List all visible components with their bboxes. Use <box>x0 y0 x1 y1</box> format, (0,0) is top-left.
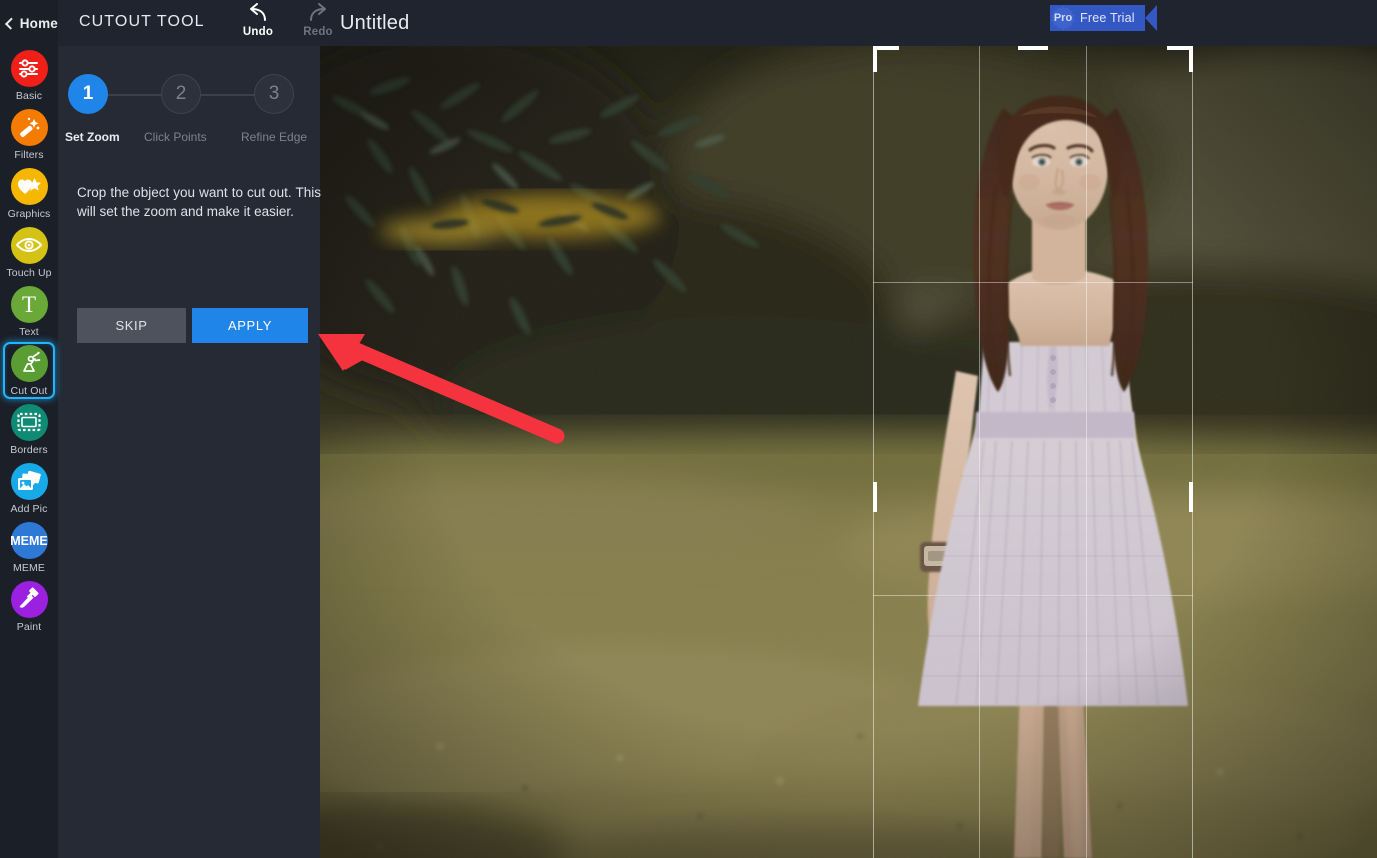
step-1-number: 1 <box>82 83 94 104</box>
photos-stack-icon <box>10 462 48 500</box>
rail-label-filters: Filters <box>14 148 44 161</box>
rail-item-graphics[interactable]: Graphics <box>0 164 58 223</box>
photo-canvas[interactable] <box>320 46 1377 858</box>
rail-item-borders[interactable]: Borders <box>0 400 58 459</box>
apply-button-label: APPLY <box>228 318 272 333</box>
rail-label-graphics: Graphics <box>7 207 51 220</box>
step-1-circle[interactable]: 1 <box>68 74 108 114</box>
scissors-cut-icon <box>10 344 48 382</box>
free-trial-label: Free Trial <box>1080 11 1135 25</box>
redo-button[interactable]: Redo <box>298 3 338 38</box>
eye-icon <box>10 226 48 264</box>
svg-text:T: T <box>22 292 36 316</box>
rail-label-paint: Paint <box>16 620 42 633</box>
step-2-circle[interactable]: 2 <box>161 74 201 114</box>
step-2-label: Click Points <box>144 130 207 144</box>
panel-actions: SKIP APPLY <box>77 308 308 343</box>
rail-item-add-pic[interactable]: Add Pic <box>0 459 58 518</box>
chevron-left-icon <box>4 17 17 30</box>
skip-button-label: SKIP <box>115 318 148 333</box>
rail-item-basic[interactable]: Basic <box>0 46 58 105</box>
step-indicator: 1 Set Zoom 2 Click Points 3 Refine Edge <box>58 46 320 146</box>
meme-text-icon: MEME <box>10 521 48 559</box>
skip-button[interactable]: SKIP <box>77 308 186 343</box>
home-button-label: Home <box>19 15 58 31</box>
apply-button[interactable]: APPLY <box>192 308 308 343</box>
edited-photo <box>320 46 1377 858</box>
rail-item-cut-out[interactable]: Cut Out <box>0 341 58 400</box>
letter-t-icon: T <box>10 285 48 323</box>
step-2-number: 2 <box>175 83 187 104</box>
document-title[interactable]: Untitled <box>340 12 409 35</box>
pro-label: Pro <box>1053 12 1073 24</box>
rail-label-touch-up: Touch Up <box>6 266 52 279</box>
rail-label-cut-out: Cut Out <box>10 384 48 397</box>
rail-label-add-pic: Add Pic <box>10 502 48 515</box>
frame-icon <box>10 403 48 441</box>
rail-label-text: Text <box>19 325 39 338</box>
tool-title: CUTOUT TOOL <box>79 13 205 30</box>
pro-starburst-icon: Pro <box>1050 6 1076 30</box>
step-3-circle[interactable]: 3 <box>254 74 294 114</box>
redo-label: Redo <box>303 26 333 38</box>
tool-rail: Basic Filters Graphics Touch Up T Text C… <box>0 40 58 858</box>
step-3-number: 3 <box>268 83 280 104</box>
rail-item-filters[interactable]: Filters <box>0 105 58 164</box>
heart-star-icon <box>10 167 48 205</box>
undo-redo-group: Undo Redo <box>238 3 338 38</box>
magic-wand-icon <box>10 108 48 146</box>
paint-brush-icon <box>10 580 48 618</box>
undo-button[interactable]: Undo <box>238 3 278 38</box>
rail-label-borders: Borders <box>10 443 48 456</box>
undo-label: Undo <box>242 26 274 38</box>
svg-text:MEME: MEME <box>11 534 47 548</box>
rail-item-paint[interactable]: Paint <box>0 577 58 636</box>
redo-arrow-icon <box>305 3 331 25</box>
rail-label-meme: MEME <box>13 561 45 574</box>
instruction-text: Crop the object you want to cut out. Thi… <box>77 185 321 219</box>
pro-free-trial-badge[interactable]: Free Trial Pro <box>1050 5 1157 31</box>
rail-label-basic: Basic <box>15 89 43 102</box>
sliders-icon <box>10 49 48 87</box>
top-toolbar: Home CUTOUT TOOL Undo Redo Untitled Free… <box>0 0 1377 46</box>
home-button[interactable]: Home <box>0 0 58 46</box>
rail-item-text[interactable]: T Text <box>0 282 58 341</box>
step-1-label: Set Zoom <box>65 130 120 144</box>
step-3-label: Refine Edge <box>241 130 308 144</box>
cutout-tool-panel: 1 Set Zoom 2 Click Points 3 Refine Edge … <box>58 46 321 858</box>
photo-editor-app: Home CUTOUT TOOL Undo Redo Untitled Free… <box>0 0 1377 858</box>
rail-item-meme[interactable]: MEME MEME <box>0 518 58 577</box>
rail-item-touch-up[interactable]: Touch Up <box>0 223 58 282</box>
undo-arrow-icon <box>245 3 271 25</box>
